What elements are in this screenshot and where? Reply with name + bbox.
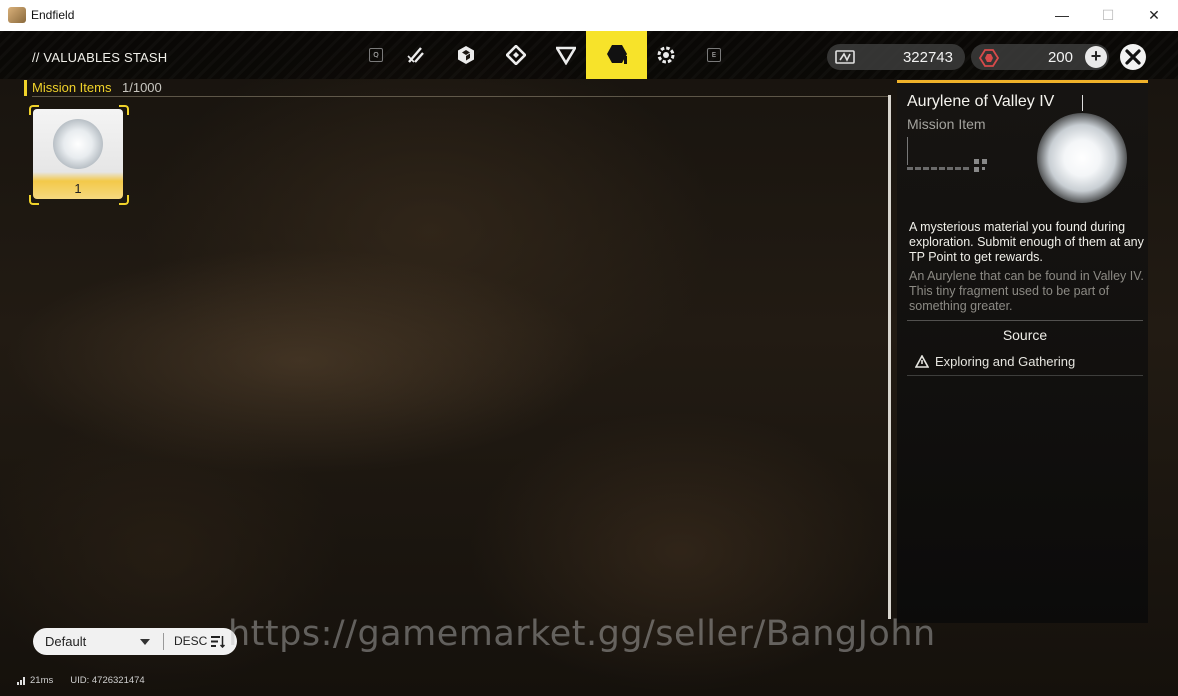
source-heading: Source	[1002, 327, 1048, 343]
category-divider	[32, 96, 888, 97]
item-description: A mysterious material you found during e…	[909, 220, 1144, 264]
selection-corner	[119, 105, 129, 115]
chevron-down-icon[interactable]	[140, 639, 150, 645]
sort-dropdown[interactable]: Default	[45, 634, 86, 649]
sort-order-icon[interactable]	[211, 635, 225, 648]
credits-display: 322743	[827, 44, 965, 70]
signal-icon	[17, 676, 25, 685]
tab-mission-items[interactable]	[586, 31, 647, 79]
game-viewport: // VALUABLES STASH Q E 322743 200 + Miss…	[0, 31, 1178, 696]
grid-scrollbar[interactable]	[888, 95, 891, 619]
tab-materials[interactable]	[442, 31, 490, 79]
origeometry-value: 200	[1047, 49, 1073, 66]
panel-divider	[907, 375, 1143, 376]
item-lore: An Aurylene that can be found in Valley …	[909, 269, 1144, 313]
credits-value: 322743	[902, 49, 953, 66]
source-item[interactable]: Exploring and Gathering	[915, 354, 1075, 369]
minimize-button[interactable]: —	[1039, 0, 1085, 31]
panel-divider	[907, 320, 1143, 321]
window-title: Endfield	[31, 8, 75, 22]
pen-icon	[407, 47, 424, 63]
selection-corner	[29, 195, 39, 205]
cube-icon	[458, 46, 474, 64]
name-cursor	[1082, 95, 1083, 111]
credit-icon	[835, 50, 855, 64]
decor-line	[907, 137, 908, 165]
origeometry-icon	[979, 49, 999, 67]
page-title: // VALUABLES STASH	[32, 50, 168, 65]
add-currency-button[interactable]: +	[1085, 46, 1107, 68]
close-icon	[1125, 49, 1141, 65]
tab-special[interactable]	[642, 31, 690, 79]
item-detail-panel: Aurylene of Valley IV Mission Item A mys…	[897, 80, 1148, 623]
tab-next-key-hint[interactable]: E	[690, 31, 738, 79]
window-titlebar: Endfield — ☐ ✕	[0, 0, 1178, 32]
uid-label: UID: 4726321474	[70, 675, 145, 686]
category-name: Mission Items	[32, 80, 112, 95]
category-count: 1/1000	[122, 80, 162, 95]
warning-triangle-icon	[915, 355, 929, 368]
e-key-icon: E	[707, 48, 721, 62]
sort-divider	[163, 633, 164, 650]
mission-hexagon-icon	[606, 45, 627, 64]
item-slot[interactable]: 1	[33, 109, 123, 199]
source-label: Exploring and Gathering	[935, 354, 1076, 369]
aurylene-large-icon	[1037, 113, 1127, 203]
triangle-icon	[556, 46, 576, 65]
close-stash-button[interactable]	[1120, 44, 1146, 70]
category-accent	[24, 80, 27, 96]
diamond-icon	[506, 45, 526, 65]
barcode-decor	[907, 167, 969, 170]
status-bar: 21ms UID: 4726321474	[17, 675, 145, 686]
item-name: Aurylene of Valley IV	[907, 93, 1055, 110]
q-key-icon: Q	[369, 48, 383, 62]
aurylene-item-icon	[53, 119, 103, 169]
gear-icon	[657, 46, 675, 64]
close-window-button[interactable]: ✕	[1131, 0, 1177, 31]
maximize-button[interactable]: ☐	[1085, 0, 1131, 31]
category-header: Mission Items 1/1000	[24, 78, 888, 98]
ping-value: 21ms	[30, 675, 54, 686]
item-type: Mission Item	[907, 116, 986, 132]
tab-gear[interactable]	[492, 31, 540, 79]
item-quantity: 1	[74, 181, 82, 196]
selection-corner	[119, 195, 129, 205]
app-icon	[8, 7, 26, 23]
watermark-text: https://gamemarket.gg/seller/BangJohn	[228, 614, 936, 654]
sort-direction-button[interactable]: DESC	[174, 634, 207, 648]
tab-weapons[interactable]	[392, 31, 440, 79]
qr-icon	[974, 159, 987, 172]
tab-consumables[interactable]	[542, 31, 590, 79]
sort-control: Default DESC	[33, 628, 237, 655]
selection-corner	[29, 105, 39, 115]
